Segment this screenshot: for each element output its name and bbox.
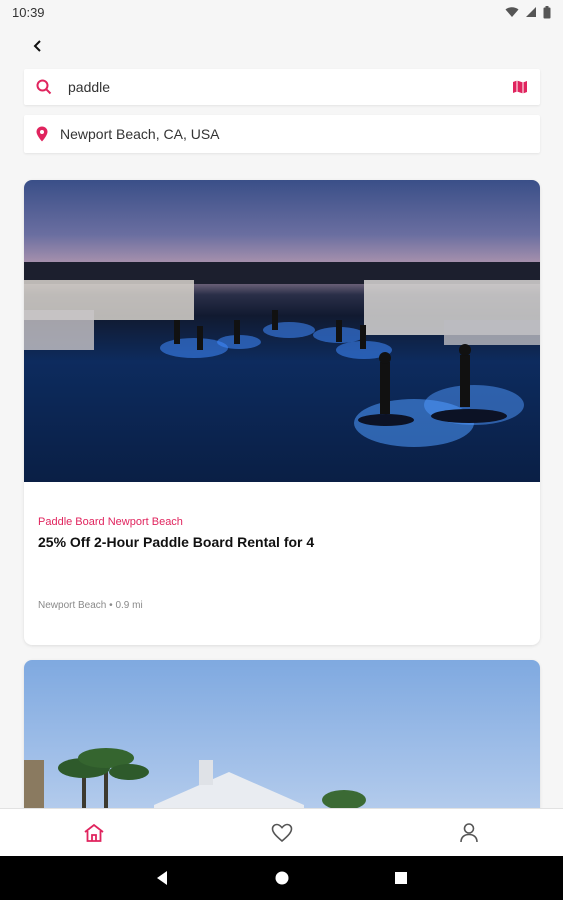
deal-location: Newport Beach	[38, 600, 107, 611]
bottom-navigation	[0, 808, 563, 857]
deal-merchant: Paddle Board Newport Beach	[38, 516, 183, 528]
deal-distance: 0.9 mi	[115, 600, 143, 611]
deal-photo	[24, 180, 540, 482]
system-navigation-bar	[0, 856, 563, 900]
system-recents-button[interactable]	[391, 868, 411, 888]
search-input[interactable]	[66, 78, 512, 96]
triangle-back-icon	[157, 871, 167, 885]
signal-icon	[526, 7, 536, 17]
circle-home-icon	[275, 871, 289, 885]
system-back-button[interactable]	[152, 868, 172, 888]
deal-meta: Newport Beach • 0.9 mi	[38, 600, 143, 611]
home-icon	[84, 823, 104, 842]
location-text: Newport Beach, CA, USA	[60, 126, 220, 142]
deal-card[interactable]: Paddle Board Newport Beach 25% Off 2-Hou…	[24, 180, 540, 645]
paddle-board-scene	[24, 262, 540, 447]
status-time: 10:39	[12, 4, 45, 20]
square-recents-icon	[395, 872, 407, 884]
back-button[interactable]	[22, 30, 54, 62]
heart-icon	[271, 823, 293, 843]
app-bar	[0, 24, 563, 68]
status-icons	[505, 5, 551, 19]
wifi-icon	[505, 7, 519, 17]
location-pin-icon	[36, 126, 48, 142]
deal-title: 25% Off 2-Hour Paddle Board Rental for 4	[38, 534, 315, 550]
profile-icon	[460, 823, 478, 843]
nav-home[interactable]	[78, 817, 110, 849]
location-bar[interactable]: Newport Beach, CA, USA	[24, 115, 540, 153]
search-bar[interactable]	[24, 69, 540, 105]
back-arrow-icon	[33, 40, 41, 52]
nav-profile[interactable]	[453, 817, 485, 849]
nav-favorites[interactable]	[266, 817, 298, 849]
battery-icon	[543, 5, 551, 18]
status-bar: 10:39	[0, 0, 563, 24]
search-icon	[36, 79, 52, 95]
map-icon[interactable]	[512, 80, 528, 94]
system-home-button[interactable]	[272, 868, 292, 888]
